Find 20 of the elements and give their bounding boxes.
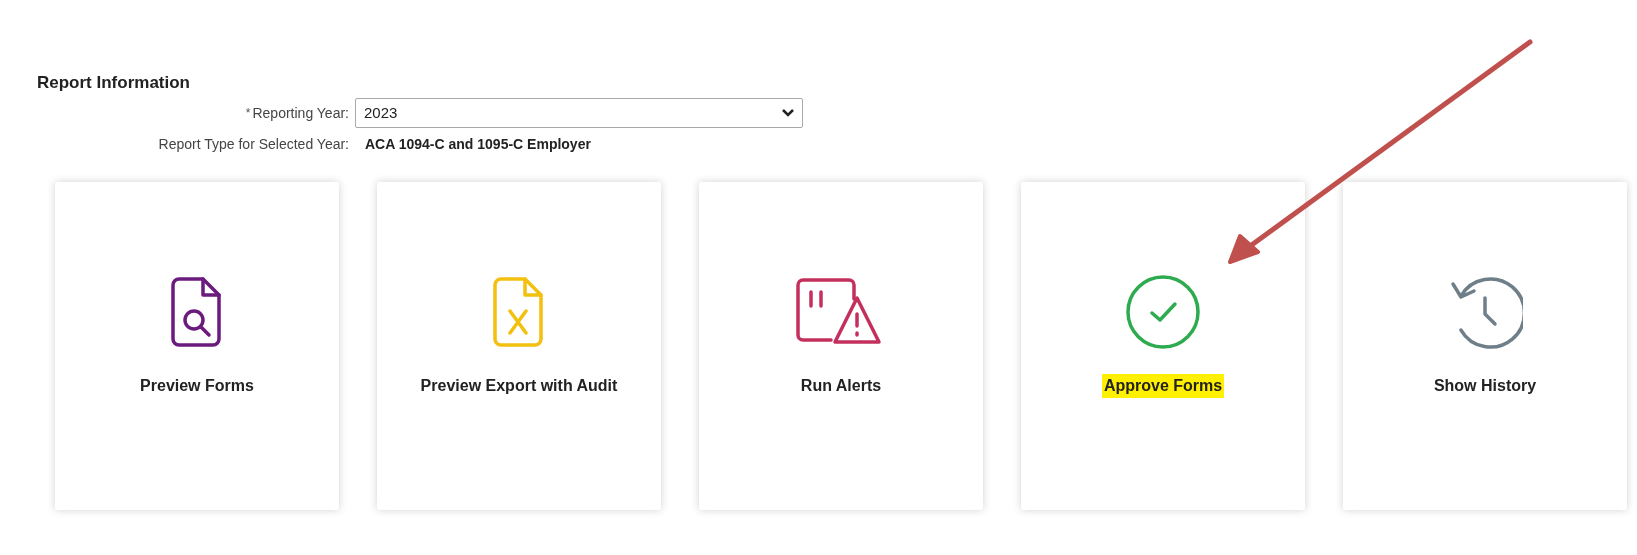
tile-label: Show History [1432,376,1538,396]
action-tile[interactable]: Run Alerts [699,182,983,510]
chevron-down-icon [782,109,794,117]
action-tile[interactable]: Approve Forms [1021,182,1305,510]
report-type-value: ACA 1094-C and 1095-C Employer [364,135,591,154]
document-search-icon [171,276,223,348]
year-select[interactable]: 2023 [355,98,803,128]
tile-label: Approve Forms [1101,374,1225,398]
spreadsheet-file-icon [493,276,545,348]
field-label: Report Type for Selected Year: [158,135,349,154]
required-mark: * [245,105,251,122]
action-tile[interactable]: Preview Forms [55,182,339,510]
field-label: Reporting Year: [252,103,349,123]
tile-label: Run Alerts [799,376,883,396]
tile-label: Preview Forms [139,376,255,396]
section-title: Report Information [37,72,191,94]
action-tile[interactable]: Preview Export with Audit [377,182,661,510]
action-tile[interactable]: Show History [1343,182,1627,510]
tile-label: Preview Export with Audit [419,376,619,396]
check-circle-icon [1125,274,1201,350]
